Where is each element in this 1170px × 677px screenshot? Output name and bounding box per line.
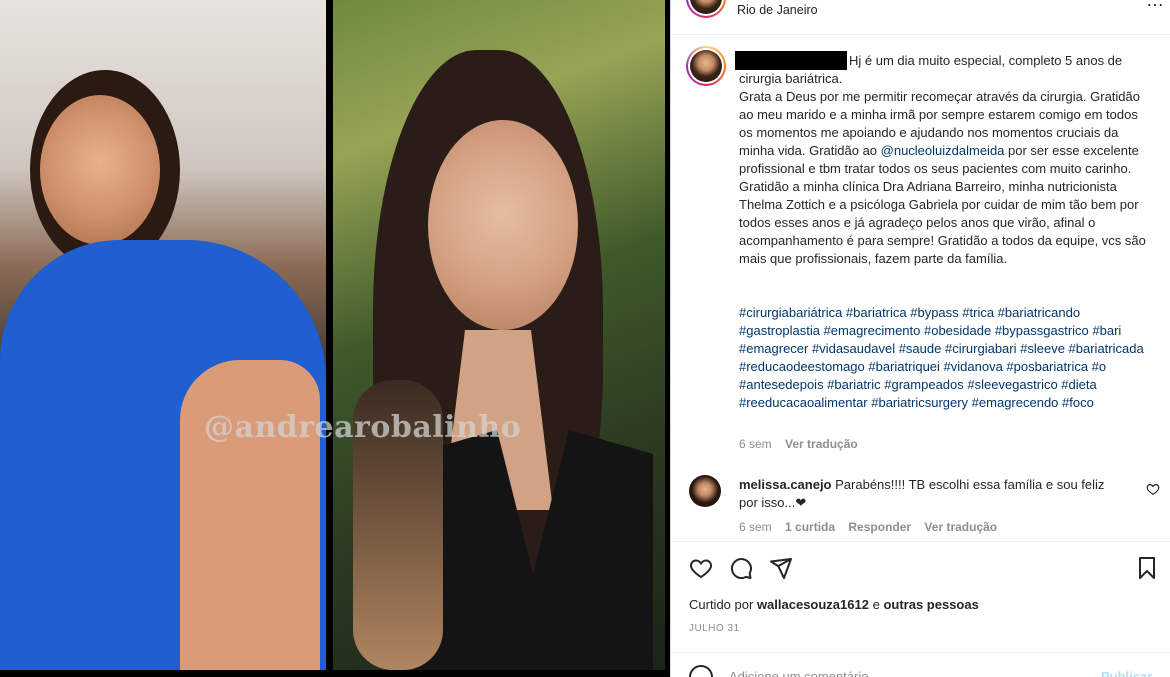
likes-others[interactable]: outras pessoas (883, 597, 978, 612)
post-date: JULHO 31 (689, 623, 740, 634)
caption-first-line: Hj é um dia muito especial, completo 5 a… (739, 53, 1126, 86)
author-avatar[interactable] (686, 0, 726, 18)
more-horizontal-icon[interactable]: … (1146, 0, 1164, 11)
emoji-icon[interactable] (689, 665, 713, 677)
commenter-avatar[interactable] (689, 475, 721, 507)
post-photo[interactable]: @andrearobalinho (0, 0, 670, 677)
comment-reply-button[interactable]: Responder (848, 520, 911, 534)
caption-meta: 6 sem Ver tradução (739, 437, 858, 451)
caption-author-avatar[interactable] (686, 46, 726, 86)
actions-divider (671, 541, 1170, 542)
caption-see-translation[interactable]: Ver tradução (785, 437, 858, 451)
heart-icon[interactable] (689, 556, 713, 580)
likes-prefix: Curtido por (689, 597, 754, 612)
comment-text: melissa.canejo Parabéns!!!! TB escolhi e… (739, 476, 1119, 512)
comment-input[interactable]: Adicione um comentário... (729, 669, 879, 677)
post-location[interactable]: Rio de Janeiro (737, 3, 818, 17)
comment-icon[interactable] (729, 556, 753, 580)
caption-hashtags[interactable]: #cirurgiabariátrica #bariatrica #bypass … (739, 304, 1149, 412)
caption-body-end: por ser esse excelente profissional e tb… (739, 143, 1150, 266)
watermark: @andrearobalinho (204, 410, 522, 445)
caption-time: 6 sem (739, 437, 772, 451)
paper-plane-icon[interactable] (769, 556, 793, 580)
comment-meta: 6 sem 1 curtida Responder Ver tradução (739, 520, 997, 534)
before-photo (0, 0, 326, 670)
comment-see-translation[interactable]: Ver tradução (924, 520, 997, 534)
comment-likes[interactable]: 1 curtida (785, 520, 835, 534)
comment-username[interactable]: melissa.canejo (739, 477, 832, 492)
post-sidebar: Rio de Janeiro … Hj é um dia muito espec… (670, 0, 1170, 677)
mention-link[interactable]: @nucleoluizdalmeida (881, 143, 1005, 158)
likes-user[interactable]: wallacesouza1612 (757, 597, 869, 612)
post-header: Rio de Janeiro … (671, 0, 1170, 35)
post-actions (689, 556, 1159, 582)
post-caption: Hj é um dia muito especial, completo 5 a… (739, 52, 1149, 268)
after-photo (333, 0, 665, 670)
publish-button[interactable]: Publicar (1101, 669, 1152, 677)
bookmark-icon[interactable] (1135, 556, 1159, 580)
likes-conj: e (872, 597, 880, 612)
likes-summary: Curtido por wallacesouza1612 e outras pe… (689, 597, 979, 612)
instagram-post-view: @andrearobalinho Rio de Janeiro … Hj é u… (0, 0, 1170, 677)
comment-time: 6 sem (739, 520, 772, 534)
add-comment-bar: Adicione um comentário... Publicar (671, 652, 1170, 677)
comment-like-icon[interactable] (1146, 482, 1160, 496)
